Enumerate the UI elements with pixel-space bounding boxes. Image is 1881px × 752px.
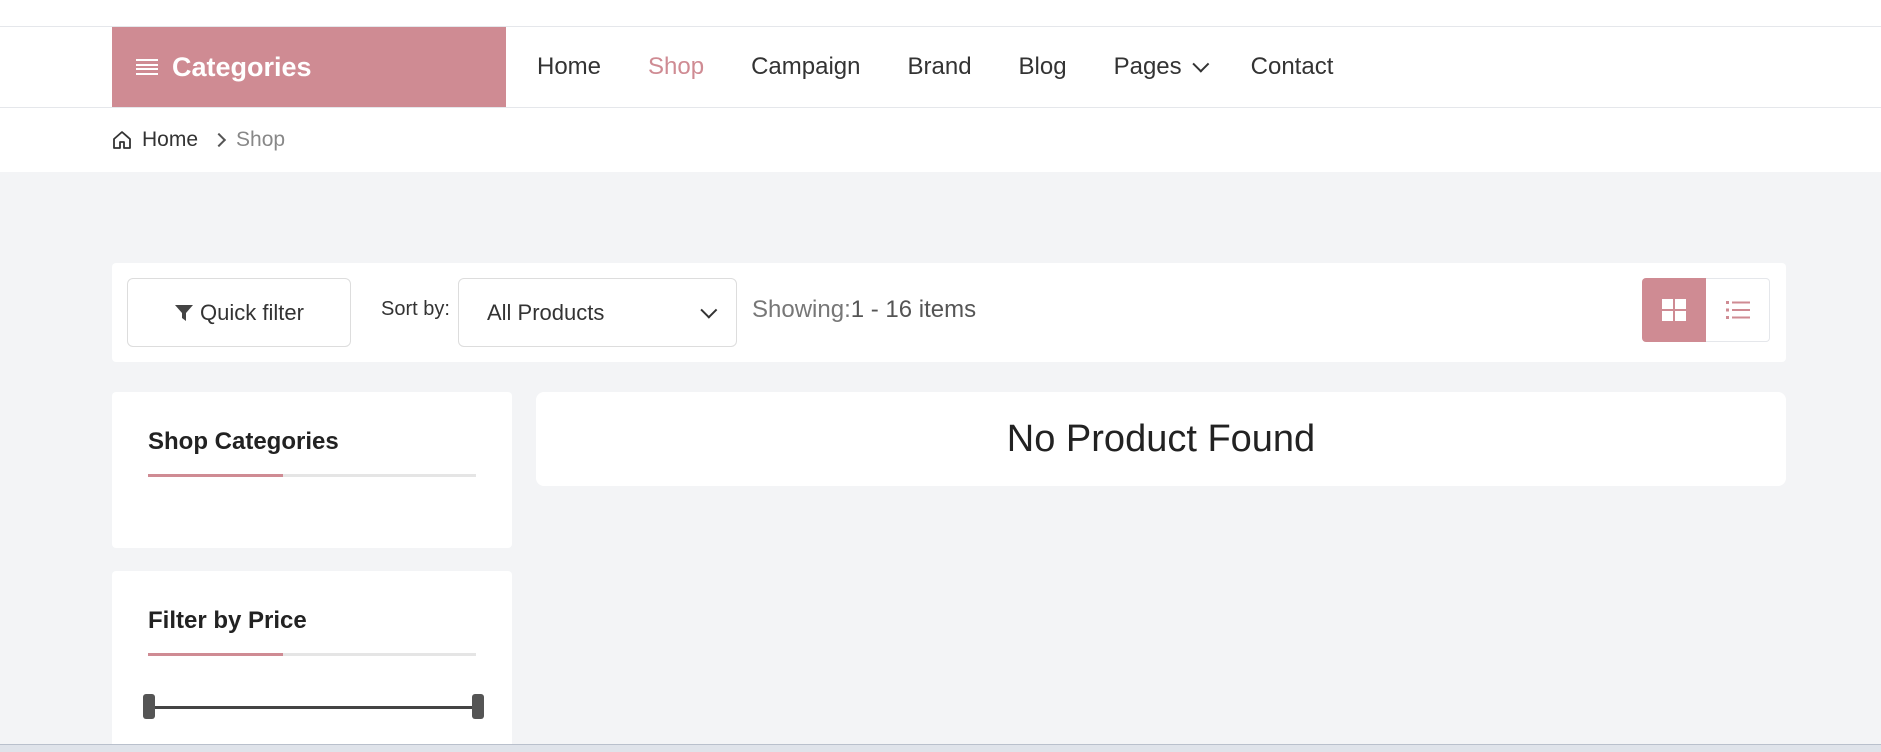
breadcrumb-current: Shop (236, 128, 286, 151)
home-icon (113, 131, 131, 149)
price-slider-track[interactable] (148, 706, 478, 709)
list-view-button[interactable] (1706, 278, 1770, 342)
breadcrumb-home[interactable]: Home (142, 128, 198, 152)
price-filter-title: Filter by Price (148, 607, 307, 634)
nav-contact[interactable]: Contact (1251, 53, 1334, 81)
showing-value: 1 - 16 items (850, 296, 977, 323)
nav-home-label: Home (537, 53, 602, 80)
categories-button[interactable]: Categories (112, 27, 506, 107)
list-icon (1725, 301, 1750, 319)
chevron-down-icon (700, 301, 718, 319)
filter-icon (175, 304, 194, 321)
chevron-right-icon (211, 132, 227, 148)
nav-pages[interactable]: Pages (1113, 53, 1209, 81)
nav-campaign[interactable]: Campaign (751, 53, 860, 81)
sort-select[interactable]: All Products (458, 278, 737, 347)
chevron-down-icon (1191, 55, 1209, 73)
showing-count: Showing:1 - 16 items (752, 296, 976, 324)
price-slider-max-handle[interactable] (472, 694, 484, 719)
sort-label: Sort by: (381, 298, 450, 320)
grid-view-button[interactable] (1642, 278, 1706, 342)
shop-categories-panel (112, 392, 512, 548)
no-product-message: No Product Found (536, 392, 1786, 486)
nav-blog-label: Blog (1018, 53, 1067, 80)
shop-categories-title: Shop Categories (148, 428, 339, 455)
nav-home[interactable]: Home (537, 53, 601, 81)
nav-blog[interactable]: Blog (1019, 53, 1067, 81)
quick-filter-label: Quick filter (200, 299, 304, 325)
nav-brand-label: Brand (907, 53, 972, 80)
main-nav: Home Shop Campaign Brand Blog Pages Cont… (537, 27, 1380, 107)
menu-icon (136, 59, 158, 75)
view-toggle (1642, 278, 1770, 342)
nav-campaign-label: Campaign (751, 53, 861, 80)
breadcrumb: Home Shop (112, 128, 285, 152)
shop-categories-underline (148, 474, 476, 477)
categories-label: Categories (172, 51, 312, 82)
grid-icon (1662, 299, 1686, 321)
quick-filter-button[interactable]: Quick filter (127, 278, 351, 347)
nav-shop[interactable]: Shop (648, 53, 704, 81)
price-filter-panel (112, 571, 512, 751)
price-filter-underline (148, 653, 476, 656)
sort-value: All Products (487, 299, 605, 325)
price-slider-min-handle[interactable] (143, 694, 155, 719)
nav-brand[interactable]: Brand (908, 53, 972, 81)
nav-shop-label: Shop (648, 53, 705, 80)
nav-contact-label: Contact (1250, 53, 1334, 80)
showing-label: Showing: (752, 296, 851, 323)
top-strip (0, 0, 1881, 26)
nav-pages-label: Pages (1113, 53, 1182, 80)
